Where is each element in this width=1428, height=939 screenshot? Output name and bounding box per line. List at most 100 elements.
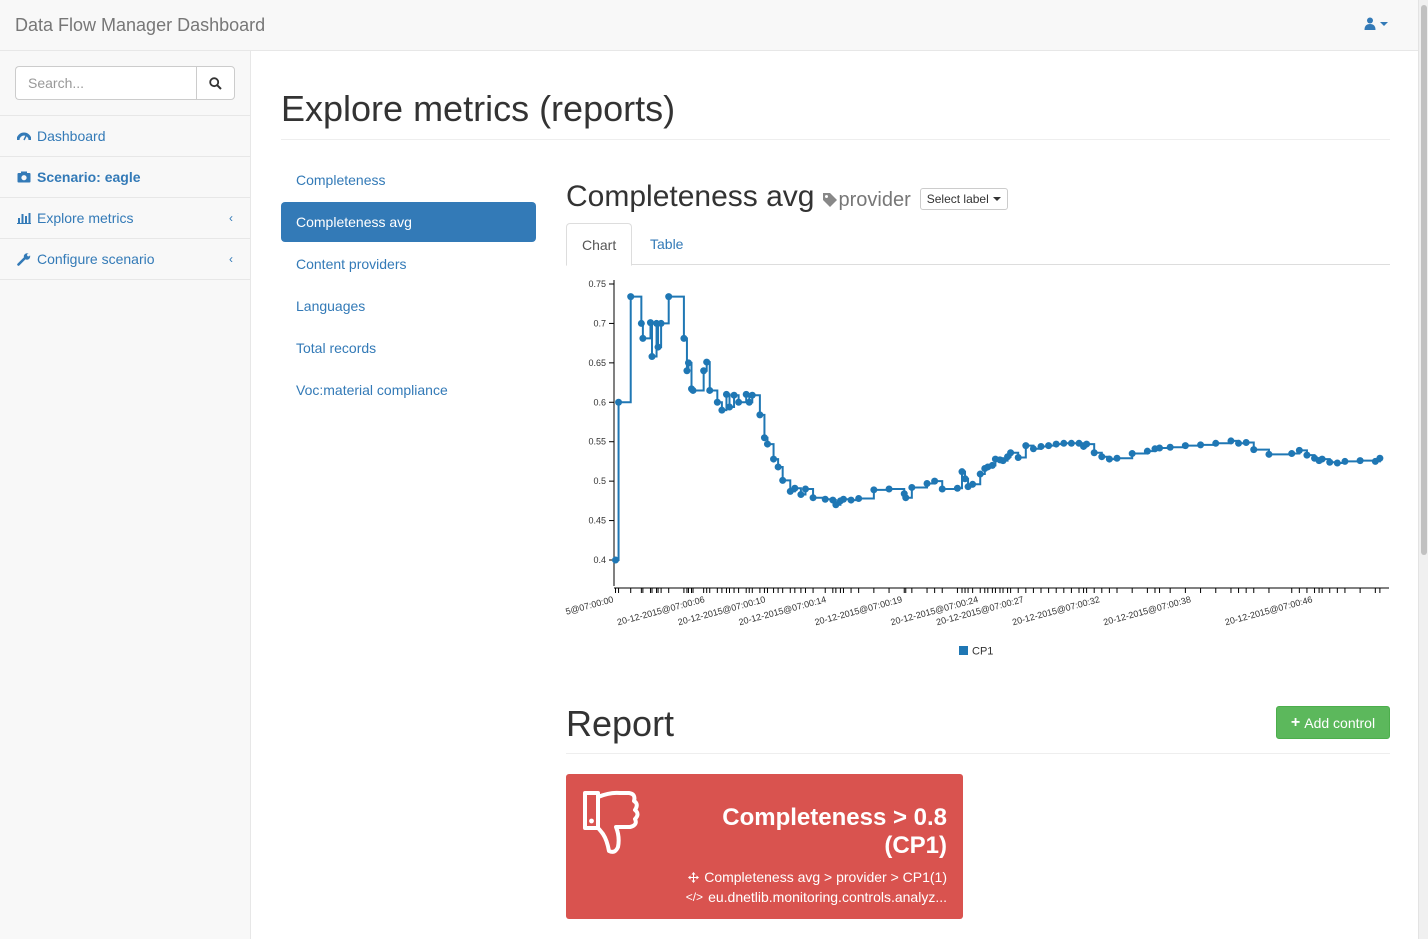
data-point [689,386,697,394]
sidebar-item-label: Explore metrics [37,210,134,226]
crosshair-icon [688,871,700,883]
data-point [1143,447,1151,455]
sidebar-search [0,51,250,116]
report-title: Report [566,703,675,744]
report-card-class-text: eu.dnetlib.monitoring.controls.analyz... [708,889,947,905]
search-input[interactable] [15,66,196,100]
data-point [1235,439,1243,447]
data-point [938,485,946,493]
tab-chart[interactable]: Chart [566,223,633,266]
data-point [684,359,692,367]
data-point [1083,440,1091,448]
sidebar-item-scenario[interactable]: Scenario: eagle [0,157,250,198]
search-group [15,66,235,100]
metric-header: Completeness avg provider Select label [566,180,1008,214]
legend-label: CP1 [972,646,993,658]
metric-item-completeness[interactable]: Completeness [281,160,536,200]
data-point [908,483,916,491]
brand-title[interactable]: Data Flow Manager Dashboard [15,15,265,36]
data-point [680,334,688,342]
data-point [615,398,623,406]
data-point [627,293,635,301]
data-point [706,386,714,394]
y-tick-label: 0.6 [593,397,606,407]
data-point [756,411,764,419]
metric-item-total-records[interactable]: Total records [281,328,536,368]
select-label-dropdown[interactable]: Select label [919,188,1008,210]
metric-item-completeness-avg[interactable]: Completeness avg [281,202,536,242]
data-point [657,319,665,327]
plus-icon: + [1290,713,1301,731]
data-point [1295,446,1303,454]
tab-table[interactable]: Table [635,223,698,265]
user-menu-button[interactable] [1364,17,1388,30]
data-point [969,480,977,488]
data-point [703,358,711,366]
data-point [1265,450,1273,458]
chevron-left-icon: ‹ [229,211,233,225]
report-control-card[interactable]: Completeness > 0.8 (CP1) Completeness av… [566,774,963,919]
data-point [821,495,829,503]
data-point [1318,455,1326,463]
add-control-label: Add control [1304,714,1376,731]
data-point [1250,446,1258,454]
data-point [648,353,656,361]
data-point [870,486,878,494]
data-point [1113,454,1121,462]
data-point [735,398,743,406]
sidebar-item-explore-metrics[interactable]: Explore metrics ‹ [0,198,250,239]
divider [281,139,1390,140]
data-point [1197,441,1205,449]
data-point [730,391,738,399]
metrics-nav: Completeness Completeness avg Content pr… [281,160,536,412]
x-tick-label: 20-12-2015@07:00:32 [1011,594,1101,627]
data-point [700,367,708,375]
data-point [1007,449,1015,457]
sidebar-item-configure-scenario[interactable]: Configure scenario ‹ [0,239,250,280]
bar-chart-icon [17,213,31,224]
data-point [637,319,645,327]
search-button[interactable] [196,66,235,100]
report-card-class: </> eu.dnetlib.monitoring.controls.analy… [686,889,947,905]
data-point [760,434,768,442]
report-card-title-line2: (CP1) [884,832,947,859]
data-point [885,485,893,493]
data-point [665,293,673,301]
data-point [1326,458,1334,466]
page-scrollbar[interactable] [1418,0,1428,939]
scrollbar-thumb[interactable] [1421,5,1427,555]
y-tick-label: 0.4 [593,555,606,565]
y-tick-label: 0.65 [588,358,606,368]
y-tick-label: 0.45 [588,516,606,526]
data-point [713,398,721,406]
data-point [1227,437,1235,445]
data-point [1128,450,1136,458]
data-point [1156,444,1164,452]
data-point [923,480,931,488]
data-point [847,496,855,504]
chevron-down-icon [1380,21,1388,26]
report-card-path: Completeness avg > provider > CP1(1) [688,869,947,885]
data-point [748,391,756,399]
data-point [958,468,966,476]
metric-item-languages[interactable]: Languages [281,286,536,326]
sidebar-item-dashboard[interactable]: Dashboard [0,116,250,157]
data-point [1356,457,1364,465]
data-point [976,470,984,478]
metric-item-content-providers[interactable]: Content providers [281,244,536,284]
page-title: Explore metrics (reports) [281,88,676,129]
data-point [745,398,753,406]
add-control-button[interactable]: + Add control [1276,706,1390,739]
metric-item-voc-material-compliance[interactable]: Voc:material compliance [281,370,536,410]
chevron-left-icon: ‹ [229,252,233,266]
data-point [718,406,726,414]
camera-icon [17,171,31,183]
data-point [774,463,782,471]
top-navbar: Data Flow Manager Dashboard [0,0,1418,51]
data-point [797,491,805,499]
data-point [855,494,863,502]
data-point [654,343,662,351]
user-icon [1364,17,1376,30]
code-icon: </> [685,890,704,904]
metric-title: Completeness avg [566,180,815,213]
